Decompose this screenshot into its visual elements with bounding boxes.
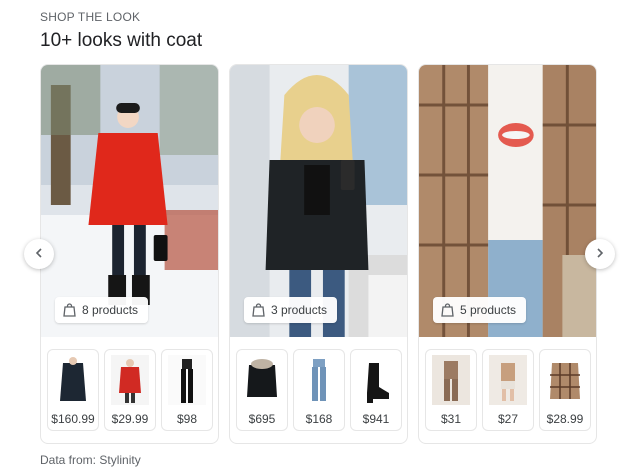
data-source-note: Data from: Stylinity: [40, 453, 141, 467]
puffer-jacket-icon: [243, 355, 281, 405]
shopping-bag-icon: [252, 303, 265, 317]
black-leggings-icon: [168, 355, 206, 405]
look-photo[interactable]: 5 products: [419, 65, 596, 337]
product-count-badge[interactable]: 8 products: [55, 297, 149, 323]
product-tile[interactable]: $27: [482, 349, 534, 431]
product-price: $27: [497, 412, 519, 426]
product-count-label: 8 products: [82, 303, 139, 317]
product-price: $31: [440, 412, 462, 426]
shopping-bag-icon: [441, 303, 454, 317]
look-photo[interactable]: 8 products: [41, 65, 218, 337]
shopping-bag-icon: [63, 303, 76, 317]
product-tile[interactable]: $31: [425, 349, 477, 431]
looks-carousel: 8 products $160.99 $29.99 $98 3 products…: [38, 64, 600, 446]
product-count-badge[interactable]: 3 products: [244, 297, 338, 323]
lounge-set-icon: [432, 355, 470, 405]
product-tile[interactable]: $98: [161, 349, 213, 431]
product-count-label: 3 products: [271, 303, 328, 317]
red-sweater-icon: [111, 355, 149, 405]
product-tile[interactable]: $168: [293, 349, 345, 431]
product-tile[interactable]: $941: [350, 349, 402, 431]
product-price: $28.99: [546, 412, 584, 426]
look-card[interactable]: 5 products $31 $27 $28.99: [418, 64, 597, 444]
look-photo[interactable]: 3 products: [230, 65, 407, 337]
product-price: $695: [248, 412, 276, 426]
look-card[interactable]: 8 products $160.99 $29.99 $98: [40, 64, 219, 444]
product-price: $168: [305, 412, 333, 426]
product-price: $98: [176, 412, 198, 426]
product-price: $160.99: [51, 412, 95, 426]
product-price: $29.99: [111, 412, 149, 426]
product-row: $695 $168 $941: [236, 349, 402, 431]
product-row: $31 $27 $28.99: [425, 349, 591, 431]
product-tile[interactable]: $28.99: [539, 349, 591, 431]
ankle-boot-icon: [357, 355, 395, 405]
shorts-outfit-icon: [489, 355, 527, 405]
carousel-next-button[interactable]: [585, 239, 615, 269]
product-tile[interactable]: $695: [236, 349, 288, 431]
navy-coat-icon: [54, 355, 92, 405]
product-price: $941: [362, 412, 390, 426]
product-tile[interactable]: $160.99: [47, 349, 99, 431]
chevron-left-icon: [33, 246, 45, 262]
shop-the-look-panel: SHOP THE LOOK 10+ looks with coat 8 prod…: [0, 0, 624, 475]
plaid-shacket-icon: [546, 355, 584, 405]
product-count-label: 5 products: [460, 303, 517, 317]
section-eyebrow: SHOP THE LOOK: [40, 10, 141, 24]
product-count-badge[interactable]: 5 products: [433, 297, 527, 323]
jeans-icon: [300, 355, 338, 405]
carousel-prev-button[interactable]: [24, 239, 54, 269]
product-tile[interactable]: $29.99: [104, 349, 156, 431]
section-title: 10+ looks with coat: [40, 30, 203, 51]
product-row: $160.99 $29.99 $98: [47, 349, 213, 431]
look-card[interactable]: 3 products $695 $168 $941: [229, 64, 408, 444]
chevron-right-icon: [594, 246, 606, 262]
